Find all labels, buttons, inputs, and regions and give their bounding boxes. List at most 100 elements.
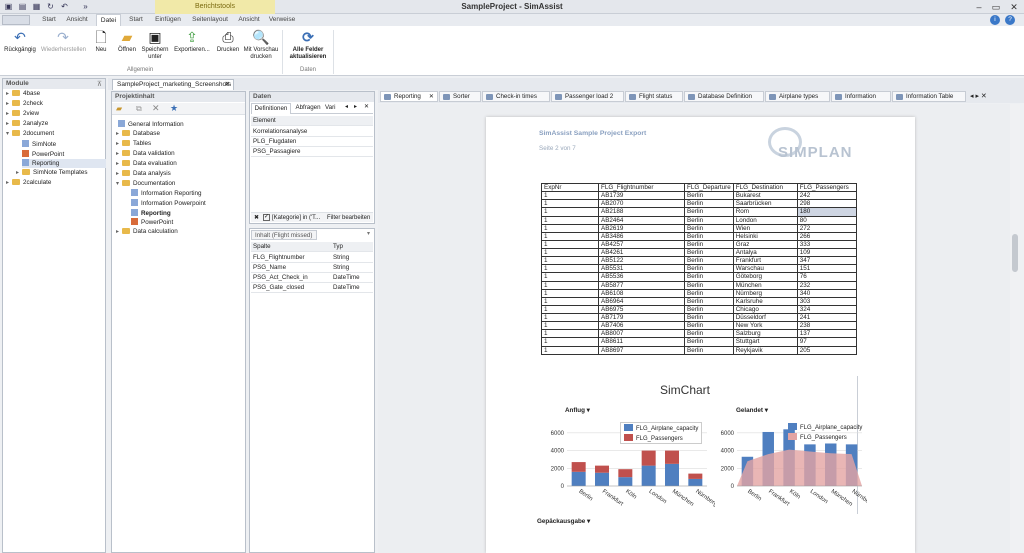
- content-row[interactable]: PSG_Act_Check_in DateTime: [251, 273, 373, 283]
- edit-filter-link[interactable]: Filter bearbeiten: [327, 213, 370, 223]
- module-item-powerpoint[interactable]: PowerPoint: [22, 150, 64, 159]
- redo-button[interactable]: ↷ Wiederherstellen: [41, 29, 86, 54]
- table-header-cell: FLG_Flightnumber: [598, 182, 685, 193]
- pin-icon[interactable]: ⊼: [97, 80, 102, 88]
- tab-icon: [443, 94, 450, 100]
- tab-start[interactable]: Start: [37, 14, 61, 26]
- file-menu-button[interactable]: [2, 15, 30, 25]
- print-preview-button[interactable]: 🔍 Mit Vorschau drucken: [243, 29, 279, 61]
- vertical-scrollbar[interactable]: [1010, 104, 1020, 553]
- tab-seitenlayout[interactable]: Seitenlayout: [188, 14, 232, 26]
- content-tab-passenger-load-2[interactable]: Passenger load 2: [551, 91, 624, 102]
- content-panel-title[interactable]: Inhalt (Flight missed): [251, 230, 317, 240]
- project-item-powerpoint[interactable]: PowerPoint: [131, 218, 173, 227]
- delete-icon[interactable]: ✕: [152, 103, 160, 114]
- content-tab-flight-status[interactable]: Flight status: [625, 91, 683, 102]
- maximize-button[interactable]: ▭: [989, 1, 1003, 13]
- bar: [595, 472, 609, 486]
- content-tab-airplane-types[interactable]: Airplane types: [765, 91, 830, 102]
- module-item-2document[interactable]: ▾ 2document: [6, 130, 54, 138]
- clear-filter-icon[interactable]: ✖: [254, 213, 259, 223]
- project-item-reporting[interactable]: Reporting: [131, 209, 171, 218]
- document-icon: [131, 199, 138, 206]
- minimize-button[interactable]: –: [972, 1, 986, 13]
- content-row[interactable]: PSG_Gate_closed DateTime: [251, 283, 373, 293]
- undo-icon: ↶: [14, 29, 26, 45]
- content-tab-database-definition[interactable]: Database Definition: [684, 91, 764, 102]
- project-item-data-analysis[interactable]: ▸ Data analysis: [116, 170, 171, 178]
- project-item-data-evaluation[interactable]: ▸ Data evaluation: [116, 160, 177, 168]
- table-cell: 272: [796, 223, 857, 233]
- module-item-2calculate[interactable]: ▸ 2calculate: [6, 179, 51, 187]
- tab-definitionen[interactable]: Definitionen: [251, 103, 291, 114]
- table-row: 1 AB8697 Berlin Reykjavik 205: [541, 345, 857, 355]
- new-button[interactable]: 🗋 Neu: [90, 29, 112, 54]
- project-item-tables[interactable]: ▸ Tables: [116, 140, 151, 148]
- content-row[interactable]: FLG_Flightnumber String: [251, 253, 373, 263]
- tab-start-2[interactable]: Start: [124, 14, 148, 26]
- project-item-information-reporting[interactable]: Information Reporting: [131, 189, 202, 198]
- data-row[interactable]: PSG_Passagiere: [251, 147, 373, 157]
- module-item-2view[interactable]: ▸ 2view: [6, 110, 39, 118]
- table-cell: 333: [796, 239, 857, 250]
- tab-einfuegen[interactable]: Einfügen: [151, 14, 185, 26]
- save-as-button[interactable]: ▣ Speichern unter: [141, 29, 169, 61]
- tab-verweise[interactable]: Verweise: [266, 14, 298, 26]
- module-item-4base[interactable]: ▸ 4base: [6, 90, 40, 98]
- content-tab-reporting[interactable]: Reporting ✕: [380, 91, 438, 102]
- project-item-general-information[interactable]: General Information: [118, 120, 184, 129]
- close-button[interactable]: ✕: [1007, 1, 1021, 13]
- tab-scroll-right-icon[interactable]: ▸: [354, 103, 357, 110]
- refresh-all-fields-button[interactable]: ⟳ Alle Felder aktualisieren: [285, 29, 331, 61]
- data-row[interactable]: Korrelationsanalyse: [251, 127, 373, 137]
- table-cell: Berlin: [684, 199, 734, 209]
- panel-close-icon[interactable]: ✕: [364, 103, 369, 110]
- dropdown-icon[interactable]: ▾: [367, 230, 370, 237]
- module-item-2analyze[interactable]: ▸ 2analyze: [6, 120, 48, 128]
- project-item-data-calculation[interactable]: ▸ Data calculation: [116, 228, 178, 236]
- export-button[interactable]: ⇪ Exportieren...: [172, 29, 212, 54]
- scrollbar-thumb[interactable]: [1012, 234, 1018, 272]
- close-tab-icon[interactable]: ✕: [429, 92, 434, 101]
- copy-icon[interactable]: ⧉: [136, 104, 142, 114]
- project-item-information-powerpoint[interactable]: Information Powerpoint: [131, 199, 206, 208]
- data-row[interactable]: PLG_Flugdaten: [251, 137, 373, 147]
- filter-checkbox[interactable]: ✓: [263, 214, 270, 221]
- undo-button[interactable]: ↶ Rückgängig: [3, 29, 37, 54]
- table-cell: 109: [796, 247, 857, 258]
- table-cell: 1: [541, 231, 599, 241]
- open-folder-icon[interactable]: ▰: [116, 104, 122, 113]
- project-item-database[interactable]: ▸ Database: [116, 130, 160, 138]
- help-question-icon[interactable]: ?: [1005, 15, 1015, 25]
- y-tick-label: 2000: [721, 466, 735, 472]
- tab-datei[interactable]: Datei: [96, 14, 121, 26]
- open-button[interactable]: ▰ Öffnen: [115, 29, 139, 54]
- help-icon[interactable]: i: [990, 15, 1000, 25]
- x-tick-label: Berlin: [746, 489, 762, 503]
- print-button[interactable]: ⎙ Drucken: [214, 29, 242, 54]
- tab-scroll-left-icon[interactable]: ◂: [345, 103, 348, 110]
- content-tab-information[interactable]: Information: [831, 91, 891, 102]
- project-item-documentation[interactable]: ▾ Documentation: [116, 180, 175, 188]
- content-tab-sorter[interactable]: Sorter: [439, 91, 481, 102]
- content-row[interactable]: PSG_Name String: [251, 263, 373, 273]
- tab-ansicht[interactable]: Ansicht: [63, 14, 91, 26]
- star-icon[interactable]: ★: [170, 103, 178, 114]
- folder-icon: [12, 90, 20, 96]
- tab-ansicht-2[interactable]: Ansicht: [235, 14, 263, 26]
- project-item-data-validation[interactable]: ▸ Data validation: [116, 150, 175, 158]
- document-tab[interactable]: SampleProject_marketing_Screenshots ✕: [112, 79, 234, 90]
- content-tab-check-in-times[interactable]: Check-in times: [482, 91, 550, 102]
- tab-abfragen[interactable]: Abfragen: [293, 103, 323, 114]
- close-tab-icon[interactable]: ✕: [225, 80, 230, 90]
- tab-overflow-icon[interactable]: ◂ ▸ ✕: [970, 92, 987, 100]
- module-item-reporting[interactable]: Reporting: [22, 159, 106, 168]
- table-row: 1 AB1739 Berlin Bukarest 242: [541, 191, 857, 201]
- module-item-2check[interactable]: ▸ 2check: [6, 100, 43, 108]
- table-cell: Berlin: [684, 247, 734, 258]
- module-item-simnote-templates[interactable]: ▸ SimNote Templates: [16, 169, 87, 177]
- content-tab-information-table[interactable]: Information Table: [892, 91, 966, 102]
- module-item-simnote[interactable]: SimNote: [22, 140, 56, 149]
- x-tick-label: Nürnberg: [694, 489, 715, 508]
- tab-variablen[interactable]: Vari: [325, 103, 339, 114]
